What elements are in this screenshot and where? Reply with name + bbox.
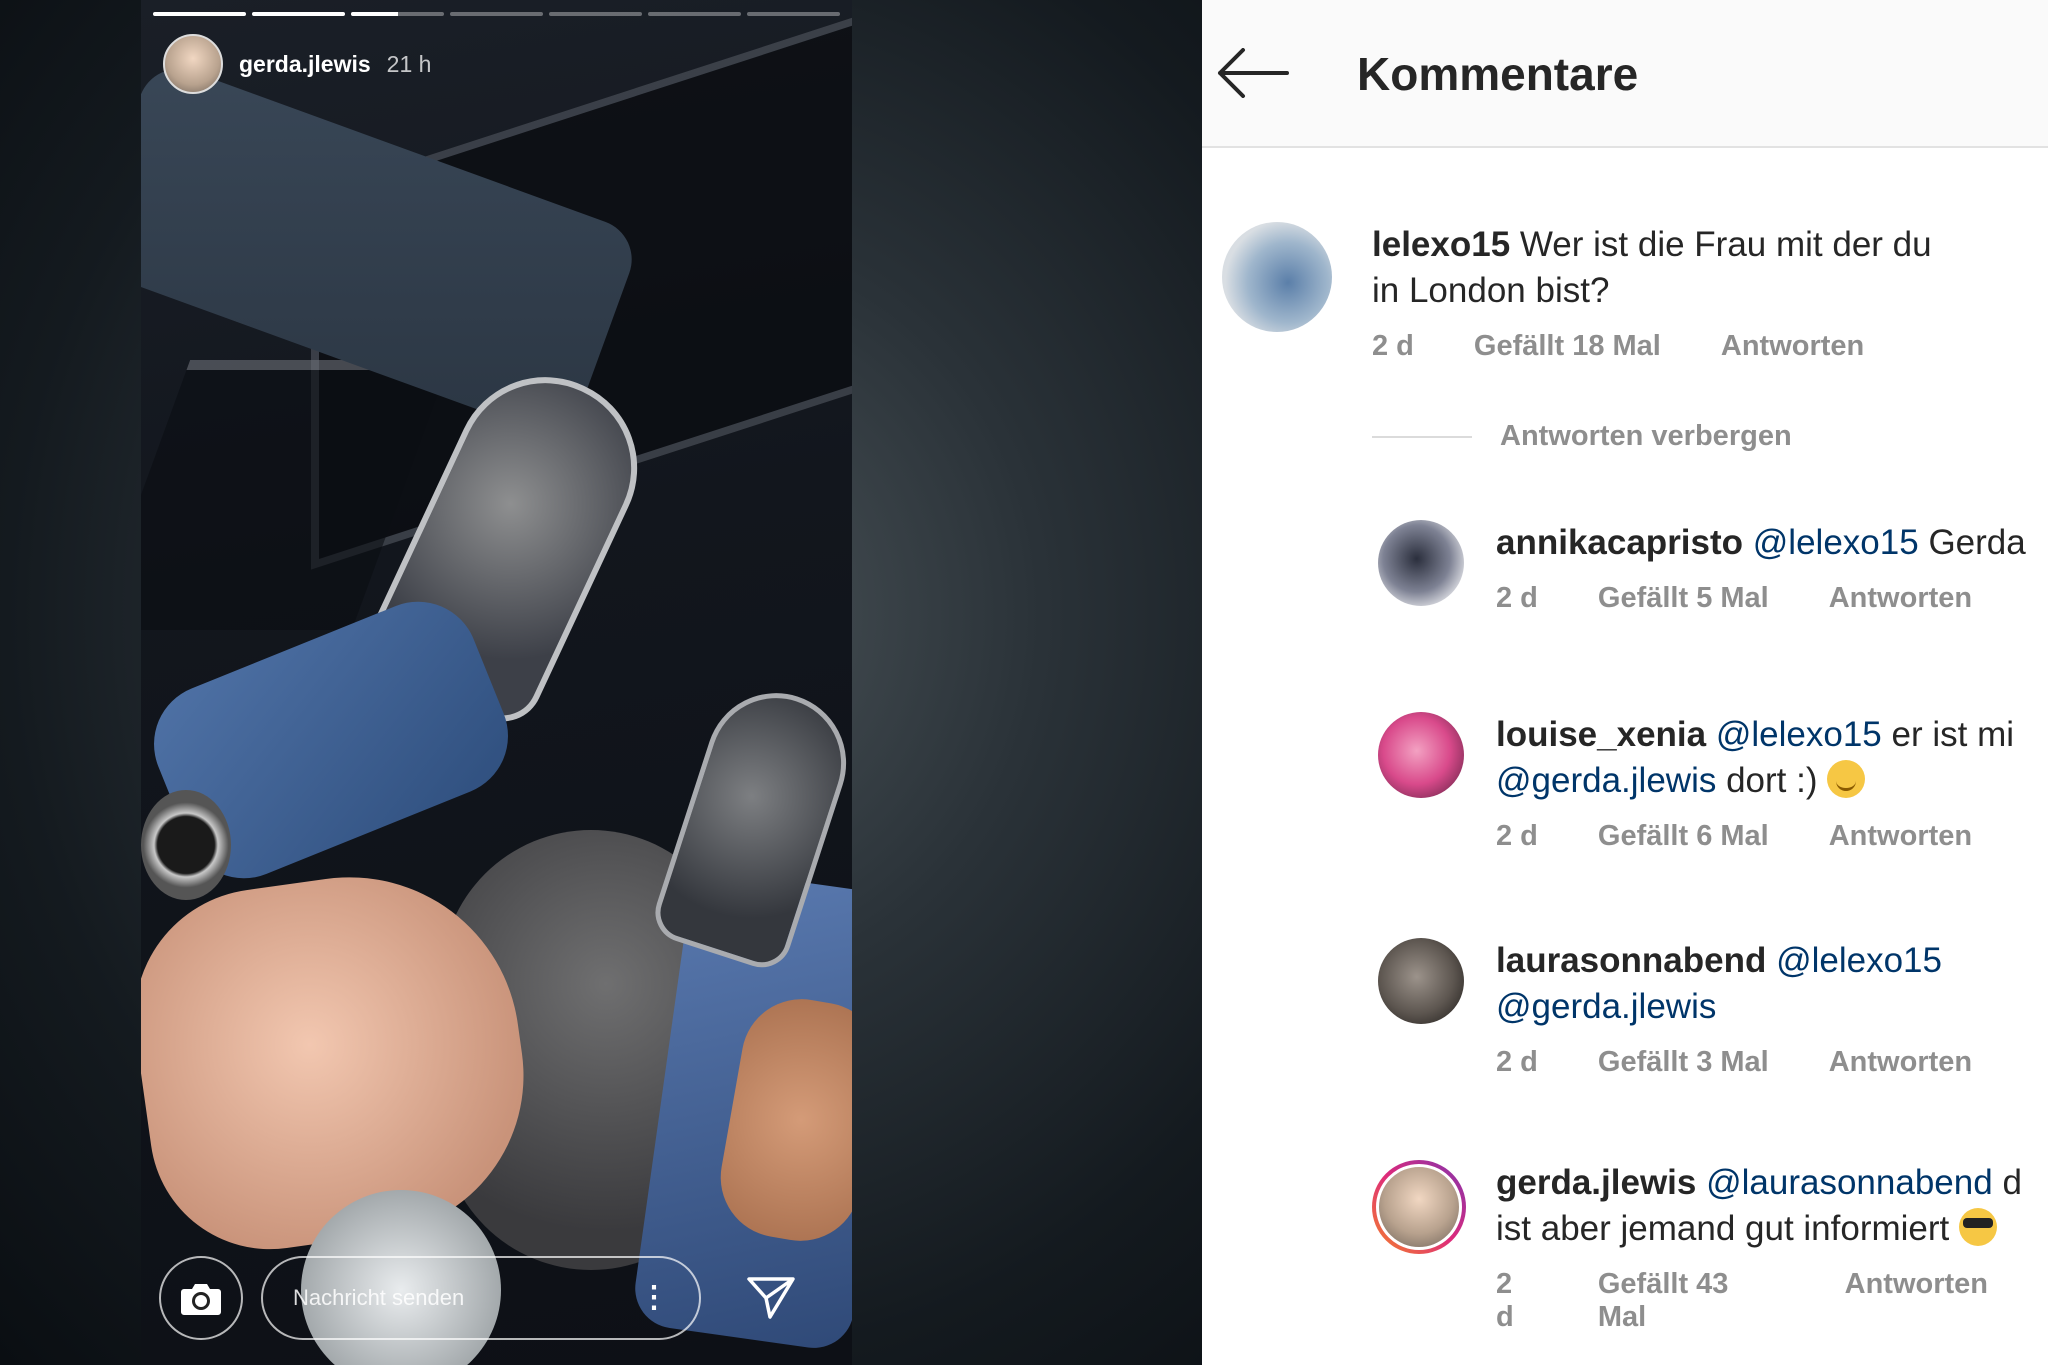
photo-watch — [141, 790, 231, 900]
comment-content: d — [2002, 1163, 2022, 1202]
story-progress-fill — [153, 12, 246, 16]
avatar[interactable] — [1378, 938, 1464, 1024]
comment-content-line2: in London bist? — [1372, 271, 1610, 310]
comment-username[interactable]: louise_xenia — [1496, 715, 1706, 754]
back-button[interactable] — [1212, 38, 1292, 108]
reply-button[interactable]: Antworten — [1829, 820, 1972, 853]
comments-header: Kommentare — [1202, 0, 2048, 148]
reply-item: louise_xenia @lelexo15 er ist mi @gerda.… — [1378, 712, 2032, 853]
story-progress-segment — [252, 12, 345, 16]
sunglasses-emoji-icon — [1959, 1208, 1997, 1246]
send-button[interactable] — [741, 1268, 801, 1328]
divider — [1372, 435, 1472, 438]
message-input[interactable]: Nachricht senden ⋮ — [261, 1256, 701, 1340]
comment-age: 2 d — [1496, 1046, 1538, 1078]
comment-body: gerda.jlewis @laurasonnabend d ist aber … — [1496, 1160, 2048, 1334]
story-avatar[interactable] — [163, 34, 223, 94]
comment-body: lelexo15 Wer ist die Frau mit der du in … — [1372, 222, 1932, 363]
avatar[interactable] — [1378, 712, 1464, 798]
comment-content-line2: dort :) — [1726, 761, 1818, 800]
comment-meta: 2 d Gefällt 6 Mal Antworten — [1496, 820, 2032, 853]
avatar — [1376, 1164, 1462, 1250]
comment-text: gerda.jlewis @laurasonnabend d ist aber … — [1496, 1160, 2048, 1252]
comment-likes[interactable]: Gefällt 6 Mal — [1598, 820, 1769, 853]
comment-meta: 2 d Gefällt 3 Mal Antworten — [1496, 1046, 2032, 1079]
comment-likes[interactable]: Gefällt 3 Mal — [1598, 1046, 1769, 1079]
story-viewer[interactable]: gerda.jlewis 21 h Nachricht senden ⋮ — [141, 0, 852, 1365]
mention-link[interactable]: @lelexo15 — [1753, 523, 1919, 562]
comments-panel: Kommentare lelexo15 Wer ist die Frau mit… — [1202, 0, 2048, 1365]
camera-icon — [181, 1284, 221, 1315]
comment-body: annikacapristo @lelexo15 Gerda 2 d Gefäl… — [1496, 520, 2032, 615]
comment-item: lelexo15 Wer ist die Frau mit der du in … — [1222, 222, 1932, 363]
comment-body: louise_xenia @lelexo15 er ist mi @gerda.… — [1496, 712, 2032, 853]
mention-link[interactable]: @lelexo15 — [1776, 941, 1942, 980]
avatar[interactable] — [1222, 222, 1332, 332]
story-timestamp: 21 h — [386, 50, 432, 77]
story-progress-segment — [351, 12, 444, 16]
page-title: Kommentare — [1357, 48, 1639, 100]
comment-age: 2 d — [1372, 330, 1414, 362]
message-placeholder: Nachricht senden — [293, 1285, 465, 1310]
story-username[interactable]: gerda.jlewis — [239, 51, 371, 78]
send-icon — [747, 1277, 795, 1319]
comment-meta: 2 d Gefällt 18 Mal Antworten — [1372, 330, 1932, 363]
comment-age: 2 d — [1496, 820, 1538, 852]
comment-likes[interactable]: Gefällt 5 Mal — [1598, 582, 1769, 615]
comment-content: Wer ist die Frau mit der du — [1519, 225, 1932, 264]
comment-content: Gerda — [1928, 523, 2026, 562]
reply-button[interactable]: Antworten — [1721, 330, 1864, 363]
avatar-story-ring[interactable] — [1372, 1160, 1466, 1254]
comment-age: 2 d — [1496, 582, 1538, 614]
comment-age: 2 d — [1496, 1268, 1514, 1333]
comment-likes[interactable]: Gefällt 18 Mal — [1474, 330, 1661, 363]
comment-content-line2: ist aber jemand gut informiert — [1496, 1209, 1950, 1248]
story-progress-segment — [549, 12, 642, 16]
mention-link-2[interactable]: @gerda.jlewis — [1496, 987, 1716, 1026]
comment-username[interactable]: gerda.jlewis — [1496, 1163, 1696, 1202]
hide-replies-label: Antworten verbergen — [1500, 420, 1792, 452]
story-progress-bar — [153, 12, 840, 16]
comment-meta: 2 d Gefällt 5 Mal Antworten — [1496, 582, 2032, 615]
story-header: gerda.jlewis 21 h — [163, 34, 431, 94]
story-progress-segment — [747, 12, 840, 16]
comment-username[interactable]: lelexo15 — [1372, 225, 1510, 264]
comment-likes[interactable]: Gefällt 43 Mal — [1598, 1268, 1785, 1334]
reply-button[interactable]: Antworten — [1829, 582, 1972, 615]
reply-item: laurasonnabend @lelexo15 @gerda.jlewis 2… — [1378, 938, 2032, 1079]
comment-username[interactable]: annikacapristo — [1496, 523, 1743, 562]
story-progress-fill — [252, 12, 345, 16]
reply-item: gerda.jlewis @laurasonnabend d ist aber … — [1372, 1160, 2048, 1334]
comment-text: louise_xenia @lelexo15 er ist mi @gerda.… — [1496, 712, 2032, 804]
mention-link[interactable]: @laurasonnabend — [1706, 1163, 1993, 1202]
comment-meta: 2 d Gefällt 43 Mal Antworten — [1496, 1268, 2048, 1334]
arrow-left-icon — [1218, 48, 1289, 98]
story-progress-fill — [351, 12, 398, 16]
story-progress-segment — [153, 12, 246, 16]
story-progress-segment — [450, 12, 543, 16]
hide-replies-toggle[interactable]: Antworten verbergen — [1372, 420, 1792, 453]
comment-text: annikacapristo @lelexo15 Gerda — [1496, 520, 2032, 566]
story-progress-segment — [648, 12, 741, 16]
avatar[interactable] — [1378, 520, 1464, 606]
reply-button[interactable]: Antworten — [1829, 1046, 1972, 1079]
more-options-icon[interactable]: ⋮ — [639, 1283, 669, 1313]
smiling-emoji-icon — [1827, 760, 1866, 798]
mention-link-2[interactable]: @gerda.jlewis — [1496, 761, 1716, 800]
comment-text: lelexo15 Wer ist die Frau mit der du in … — [1372, 222, 1932, 314]
reply-button[interactable]: Antworten — [1845, 1268, 1988, 1334]
mention-link[interactable]: @lelexo15 — [1716, 715, 1882, 754]
story-footer: Nachricht senden ⋮ — [159, 1256, 834, 1340]
reply-item: annikacapristo @lelexo15 Gerda 2 d Gefäl… — [1378, 520, 2032, 615]
camera-button[interactable] — [159, 1256, 243, 1340]
comment-content: er ist mi — [1891, 715, 2015, 754]
comment-username[interactable]: laurasonnabend — [1496, 941, 1766, 980]
comment-text: laurasonnabend @lelexo15 @gerda.jlewis — [1496, 938, 2032, 1030]
comment-body: laurasonnabend @lelexo15 @gerda.jlewis 2… — [1496, 938, 2032, 1079]
